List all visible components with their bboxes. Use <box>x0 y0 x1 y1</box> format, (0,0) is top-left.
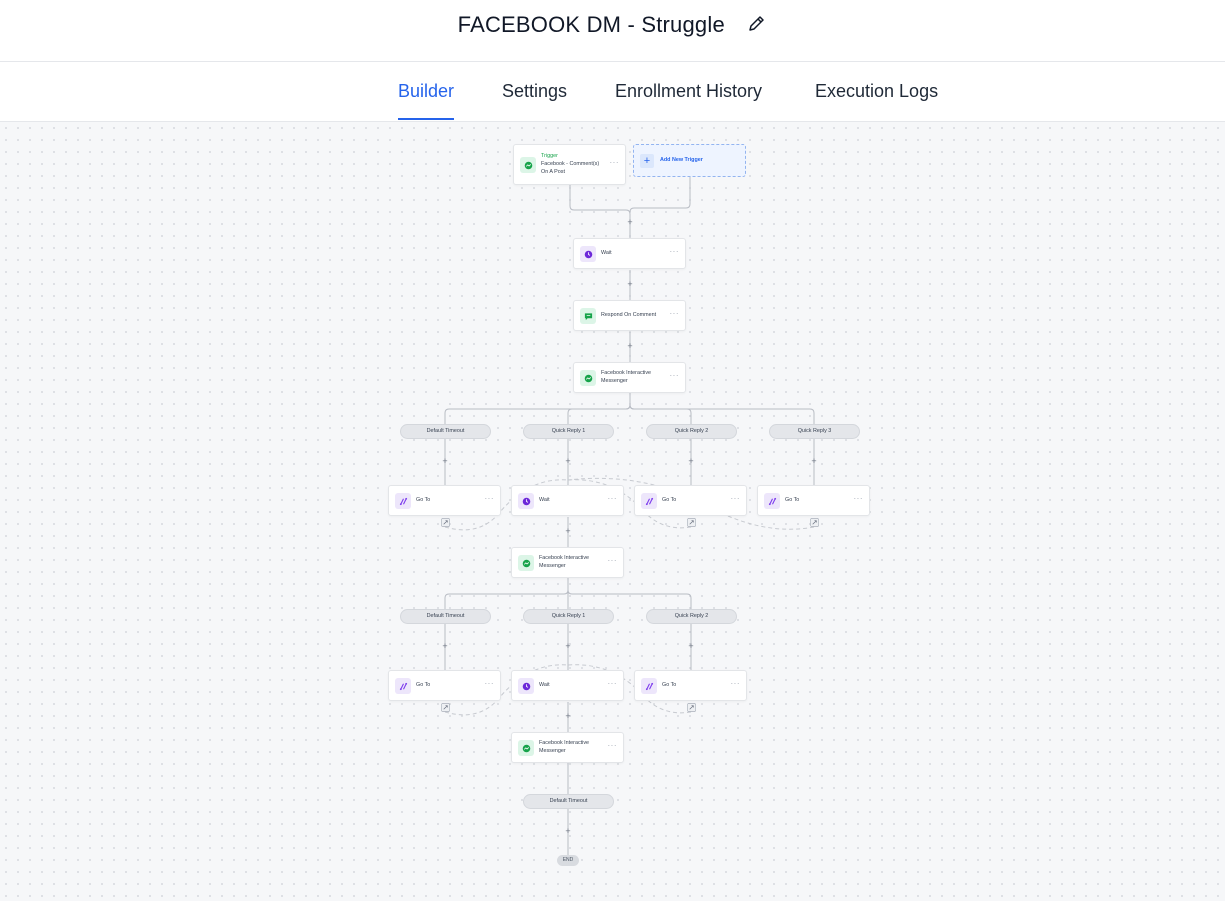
goto-label: Go To <box>416 496 431 503</box>
fb-messenger-label: Facebook Interactive Messenger <box>539 740 590 754</box>
branch-default-timeout[interactable]: Default Timeout <box>400 424 491 439</box>
goto-icon <box>395 678 411 694</box>
more-options-icon[interactable]: ··· <box>608 556 618 565</box>
fb-messenger-node[interactable]: Facebook Interactive Messenger ··· <box>511 732 624 763</box>
workflow-canvas[interactable]: Trigger Facebook - Comment(s) On A Post … <box>0 122 1225 901</box>
goto-node[interactable]: Go To ··· <box>388 670 501 701</box>
messenger-icon <box>520 157 536 173</box>
wait-label: Wait <box>539 496 550 503</box>
add-step-plus[interactable]: + <box>687 457 695 466</box>
trigger-text: Trigger Facebook - Comment(s) On A Post <box>541 145 605 192</box>
goto-label: Go To <box>785 496 800 503</box>
workflow-title: FACEBOOK DM - Struggle <box>457 12 725 37</box>
branch-quick-reply-1[interactable]: Quick Reply 1 <box>523 609 614 624</box>
goto-icon <box>395 493 411 509</box>
branch-quick-reply-2[interactable]: Quick Reply 2 <box>646 424 737 439</box>
more-options-icon[interactable]: ··· <box>608 494 618 503</box>
wait-label: Wait <box>539 681 550 688</box>
fb-messenger-node[interactable]: Facebook Interactive Messenger ··· <box>511 547 624 578</box>
trigger-kicker: Trigger <box>541 153 558 159</box>
add-trigger-label: Add New Trigger <box>660 157 703 163</box>
trigger-node[interactable]: Trigger Facebook - Comment(s) On A Post … <box>513 144 626 185</box>
add-step-plus[interactable]: + <box>564 827 572 836</box>
more-options-icon[interactable]: ··· <box>485 679 495 688</box>
link-icon <box>441 518 450 527</box>
plus-icon: + <box>640 154 654 168</box>
add-step-plus[interactable]: + <box>564 712 572 721</box>
messenger-icon <box>518 740 534 756</box>
more-options-icon[interactable]: ··· <box>670 371 680 380</box>
add-step-plus[interactable]: + <box>626 280 634 289</box>
goto-node[interactable]: Go To ··· <box>634 485 747 516</box>
more-options-icon[interactable]: ··· <box>731 679 741 688</box>
goto-node[interactable]: Go To ··· <box>757 485 870 516</box>
goto-icon <box>641 678 657 694</box>
respond-label: Respond On Comment <box>601 311 657 318</box>
end-marker: END <box>557 855 579 866</box>
tab-enrollment-history[interactable]: Enrollment History <box>615 81 762 102</box>
wait-node[interactable]: Wait ··· <box>511 670 624 701</box>
goto-node[interactable]: Go To ··· <box>388 485 501 516</box>
header-bar: FACEBOOK DM - Struggle <box>0 0 1225 62</box>
fb-messenger-label: Facebook Interactive Messenger <box>601 370 652 384</box>
goto-label: Go To <box>416 681 431 688</box>
branch-quick-reply-2[interactable]: Quick Reply 2 <box>646 609 737 624</box>
more-options-icon[interactable]: ··· <box>670 309 680 318</box>
tab-settings[interactable]: Settings <box>502 81 567 102</box>
comment-icon <box>580 308 596 324</box>
add-step-plus[interactable]: + <box>441 457 449 466</box>
add-step-plus[interactable]: + <box>626 218 634 227</box>
add-step-plus[interactable]: + <box>564 642 572 651</box>
goto-label: Go To <box>662 496 677 503</box>
goto-icon <box>764 493 780 509</box>
tab-bar: Builder Settings Enrollment History Exec… <box>0 62 1225 122</box>
add-step-plus[interactable]: + <box>564 527 572 536</box>
respond-on-comment-node[interactable]: Respond On Comment ··· <box>573 300 686 331</box>
more-options-icon[interactable]: ··· <box>608 741 618 750</box>
tab-builder[interactable]: Builder <box>398 81 455 120</box>
clock-icon <box>518 493 534 509</box>
more-options-icon[interactable]: ··· <box>670 247 680 256</box>
wait-node[interactable]: Wait ··· <box>573 238 686 269</box>
title-wrap: FACEBOOK DM - Struggle <box>0 12 1225 38</box>
more-options-icon[interactable]: ··· <box>731 494 741 503</box>
clock-icon <box>518 678 534 694</box>
wait-node[interactable]: Wait ··· <box>511 485 624 516</box>
add-step-plus[interactable]: + <box>564 457 572 466</box>
more-options-icon[interactable]: ··· <box>854 494 864 503</box>
goto-label: Go To <box>662 681 677 688</box>
more-options-icon[interactable]: ··· <box>610 158 620 167</box>
trigger-label: Facebook - Comment(s) On A Post <box>541 161 600 175</box>
add-step-plus[interactable]: + <box>626 342 634 351</box>
more-options-icon[interactable]: ··· <box>485 494 495 503</box>
wait-label: Wait <box>601 249 612 256</box>
branch-default-timeout[interactable]: Default Timeout <box>400 609 491 624</box>
clock-icon <box>580 246 596 262</box>
add-step-plus[interactable]: + <box>810 457 818 466</box>
branch-quick-reply-3[interactable]: Quick Reply 3 <box>769 424 860 439</box>
messenger-icon <box>518 555 534 571</box>
link-icon <box>441 703 450 712</box>
link-icon <box>687 703 696 712</box>
goto-node[interactable]: Go To ··· <box>634 670 747 701</box>
branch-quick-reply-1[interactable]: Quick Reply 1 <box>523 424 614 439</box>
add-new-trigger-button[interactable]: + Add New Trigger <box>633 144 746 177</box>
fb-messenger-node[interactable]: Facebook Interactive Messenger ··· <box>573 362 686 393</box>
goto-icon <box>641 493 657 509</box>
fb-messenger-label: Facebook Interactive Messenger <box>539 555 590 569</box>
more-options-icon[interactable]: ··· <box>608 679 618 688</box>
link-icon <box>810 518 819 527</box>
pencil-icon[interactable] <box>747 13 767 38</box>
add-step-plus[interactable]: + <box>441 642 449 651</box>
link-icon <box>687 518 696 527</box>
messenger-icon <box>580 370 596 386</box>
branch-default-timeout[interactable]: Default Timeout <box>523 794 614 809</box>
add-step-plus[interactable]: + <box>687 642 695 651</box>
tab-execution-logs[interactable]: Execution Logs <box>815 81 938 102</box>
